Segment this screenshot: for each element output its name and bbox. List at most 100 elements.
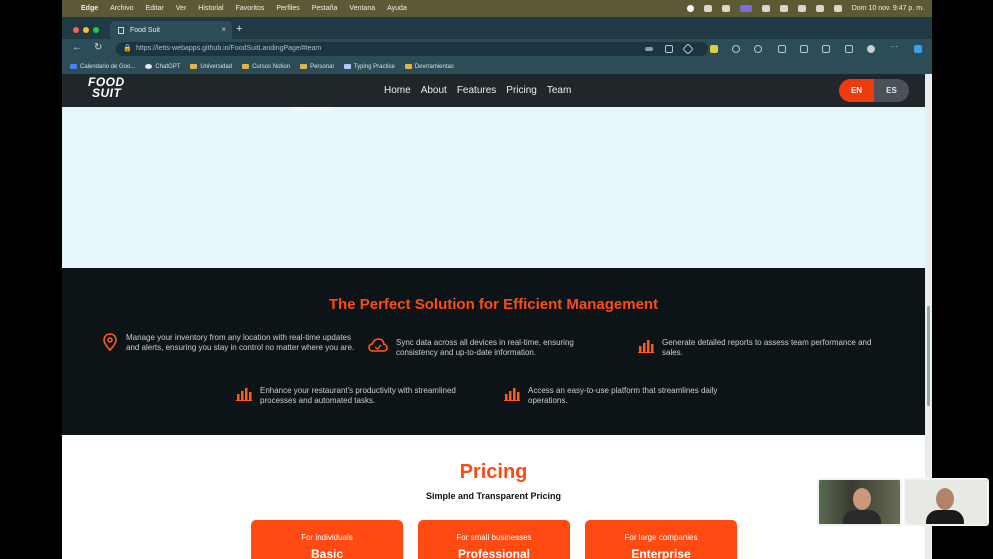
address-bar[interactable]: 🔒 https://letts-webapps.github.io/FoodSu…: [116, 42, 708, 56]
profile-avatar-icon[interactable]: [867, 45, 875, 53]
bookmark-cursos-notion[interactable]: Cursos Notion: [242, 64, 290, 70]
plan-card-enterprise[interactable]: For large companies Enterprise: [585, 520, 737, 559]
language-toggle: EN ES: [839, 79, 909, 102]
lang-en-button[interactable]: EN: [839, 79, 874, 102]
lock-icon[interactable]: 🔒: [123, 42, 132, 56]
feature-item: Sync data across all devices in real-tim…: [368, 338, 618, 358]
bar-chart-icon: [504, 388, 520, 401]
nav-about[interactable]: About: [421, 85, 447, 96]
page-icon: [118, 26, 124, 34]
bookmark-typing-practice[interactable]: Typing Practice: [343, 64, 395, 70]
back-icon[interactable]: ←: [72, 42, 82, 53]
immersive-reader-icon[interactable]: [665, 45, 673, 53]
bookmark-chatgpt[interactable]: ChatGPT: [145, 64, 180, 70]
webcam-tile-2: [904, 478, 989, 526]
maximize-window-icon[interactable]: [93, 27, 99, 33]
bookmark-devrramientas[interactable]: Devrramientas: [404, 63, 454, 70]
folder-icon: [242, 64, 250, 69]
typing-icon: [343, 64, 351, 69]
bookmark-personal[interactable]: Personal: [300, 64, 334, 70]
web-page: FOOD SUIT Home About Features Pricing Te…: [62, 74, 925, 559]
pricing-subtitle: Simple and Transparent Pricing: [425, 491, 562, 501]
extension-icon[interactable]: [761, 5, 770, 12]
lang-es-button[interactable]: ES: [874, 79, 909, 102]
control-center-icon[interactable]: [833, 5, 842, 12]
person-head: [936, 488, 954, 510]
nav-home[interactable]: Home: [384, 85, 411, 96]
screen: Edge Archivo Editar Ver Historial Favori…: [0, 0, 993, 559]
plan-name: Professional: [457, 547, 531, 559]
close-window-icon[interactable]: [73, 27, 79, 33]
cloud-sync-icon: [368, 338, 388, 352]
food-suit-logo[interactable]: FOOD SUIT: [88, 76, 125, 99]
read-aloud-icon[interactable]: [645, 47, 653, 51]
menu-archivo[interactable]: Archivo: [110, 5, 133, 12]
screen-share-icon[interactable]: [739, 5, 752, 12]
scrollbar-thumb[interactable]: [927, 306, 930, 406]
feature-text: Sync data across all devices in real-tim…: [396, 338, 574, 357]
bookmark-label: Calendario de Goo...: [80, 63, 136, 70]
folder-icon: [300, 64, 308, 69]
minimize-window-icon[interactable]: [83, 27, 89, 33]
folder-icon: [404, 64, 412, 69]
feature-item: Enhance your restaurant's productivity w…: [236, 386, 496, 406]
menu-historial[interactable]: Historial: [198, 5, 223, 12]
feature-item: Access an easy-to-use platform that stre…: [504, 386, 764, 406]
solution-title: The Perfect Solution for Efficient Manag…: [328, 296, 659, 313]
moon-icon[interactable]: [779, 5, 788, 12]
location-pin-icon: [103, 333, 117, 351]
pricing-section: Pricing Simple and Transparent Pricing F…: [62, 435, 925, 559]
plan-card-basic[interactable]: For individuals Basic: [251, 520, 403, 559]
menu-ver[interactable]: Ver: [176, 5, 187, 12]
menu-ayuda[interactable]: Ayuda: [387, 5, 407, 12]
pricing-title: Pricing: [459, 461, 528, 483]
nav-team[interactable]: Team: [547, 85, 571, 96]
address-row: ← ↻ 🔒 https://letts-webapps.github.io/Fo…: [62, 39, 932, 59]
menu-favoritos[interactable]: Favoritos: [236, 5, 265, 12]
feature-text: Enhance your restaurant's productivity w…: [260, 386, 456, 405]
bookmark-label: Cursos Notion: [252, 63, 291, 70]
close-tab-icon[interactable]: ×: [221, 25, 226, 34]
battery-icon[interactable]: [797, 5, 806, 12]
status-area: Dom 10 nov. 9:47 p. m.: [686, 0, 924, 17]
new-tab-icon[interactable]: +: [236, 23, 242, 35]
nav-features[interactable]: Features: [457, 85, 496, 96]
tab-food-suit[interactable]: Food Suit ×: [110, 21, 232, 39]
menu-app-name[interactable]: Edge: [81, 5, 98, 12]
favorites-icon[interactable]: [800, 45, 808, 53]
browser-chrome: Food Suit × + ← ↻ 🔒 https://letts-webapp…: [62, 17, 932, 74]
plan-card-professional[interactable]: For small businesses Professional: [418, 520, 570, 559]
focus-icon[interactable]: [721, 5, 730, 12]
extension-icon[interactable]: [732, 45, 740, 53]
more-options-icon[interactable]: ···: [890, 42, 898, 51]
browser-essentials-icon[interactable]: [845, 45, 853, 53]
bookmark-universidad[interactable]: Universidad: [190, 64, 232, 70]
collections-icon[interactable]: [822, 45, 830, 53]
menu-perfiles[interactable]: Perfiles: [276, 5, 299, 12]
person-body: [843, 510, 881, 524]
menu-ventana[interactable]: Ventana: [349, 5, 375, 12]
record-icon[interactable]: [686, 5, 694, 12]
wifi-icon[interactable]: [815, 5, 824, 12]
chatgpt-icon: [145, 64, 153, 69]
bookmark-label: Devrramientas: [414, 63, 454, 70]
menu-editar[interactable]: Editar: [145, 5, 163, 12]
bar-chart-icon: [638, 340, 654, 353]
split-screen-icon[interactable]: [778, 45, 786, 53]
menu-pestana[interactable]: Pestaña: [312, 5, 338, 12]
plan-name: Enterprise: [631, 547, 691, 559]
nav-pricing[interactable]: Pricing: [506, 85, 537, 96]
menu-clock[interactable]: Dom 10 nov. 9:47 p. m.: [852, 5, 924, 12]
plan-audience: For individuals: [301, 533, 353, 542]
audio-icon[interactable]: [703, 5, 712, 12]
tab-bar: Food Suit × +: [62, 17, 932, 39]
bookmark-calendar[interactable]: Calendario de Goo...: [70, 64, 135, 70]
feature-text: Generate detailed reports to assess team…: [662, 338, 872, 357]
feature-text: Manage your inventory from any location …: [126, 333, 355, 352]
feature-item: Generate detailed reports to assess team…: [638, 338, 898, 358]
reload-icon[interactable]: ↻: [94, 42, 102, 53]
extension-yellow-icon[interactable]: [710, 45, 718, 53]
solution-section: The Perfect Solution for Efficient Manag…: [62, 268, 925, 435]
refresh-extension-icon[interactable]: [754, 45, 762, 53]
copilot-icon[interactable]: [914, 45, 922, 53]
